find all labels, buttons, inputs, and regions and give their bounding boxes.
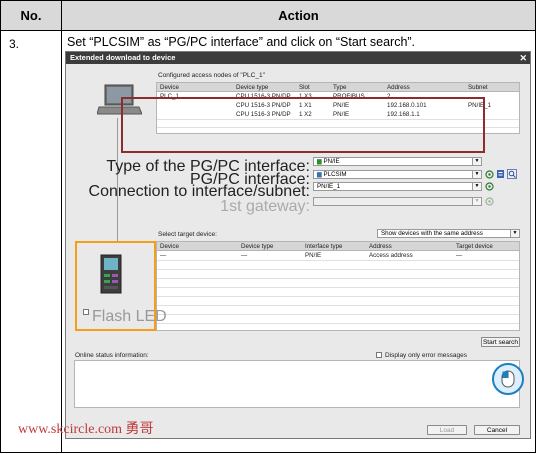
gateway-select: ▼	[313, 197, 482, 206]
close-icon[interactable]: ✕	[519, 52, 527, 64]
col-no-header: No.	[1, 1, 62, 30]
column-divider	[61, 30, 62, 452]
header-address: Address	[387, 84, 410, 91]
dialog-title: Extended download to device	[70, 53, 176, 62]
error-only-label: Display only error messages	[385, 352, 468, 359]
connection-subnet-value: PN/IE_1	[317, 183, 341, 190]
show-devices-value: Show devices with the same address	[381, 230, 483, 237]
type-interface-value: PN/IE	[323, 158, 340, 165]
connection-line	[117, 118, 118, 242]
chevron-down-icon[interactable]: ▼	[472, 183, 481, 190]
pgpc-interface-value: PLCSIM	[323, 171, 347, 178]
search-icon[interactable]	[507, 169, 517, 179]
dialog-title-bar: Extended download to device ✕	[66, 52, 530, 64]
table-cell: —	[456, 252, 463, 259]
online-status-box	[74, 360, 520, 408]
type-interface-select[interactable]: ▆ PN/IE ▼	[313, 157, 482, 166]
cancel-button[interactable]: Cancel	[474, 425, 520, 435]
online-status-label: Online status information:	[75, 352, 149, 359]
plc-device-icon	[100, 254, 122, 294]
chevron-down-icon[interactable]: ▼	[472, 171, 481, 178]
chevron-down-icon[interactable]: ▼	[510, 230, 519, 237]
target-device-table: Device Device type Interface type Addres…	[156, 241, 520, 331]
network-icon: ▆	[317, 158, 322, 165]
configured-nodes-label: Configured access nodes of "PLC_1"	[158, 72, 265, 79]
header-type: Type	[333, 84, 347, 91]
error-only-checkbox[interactable]	[376, 352, 382, 358]
chevron-down-icon[interactable]: ▼	[472, 158, 481, 165]
table-row[interactable]: —	[160, 252, 166, 259]
chevron-down-icon: ▼	[472, 198, 481, 205]
select-target-label: Select target device:	[158, 231, 217, 238]
flash-led-checkbox[interactable]	[83, 309, 89, 315]
properties-icon[interactable]	[496, 169, 505, 179]
load-button: Load	[427, 425, 467, 435]
instruction-text: Set “PLCSIM” as “PG/PC interface” and cl…	[67, 35, 416, 49]
table-cell: —	[241, 252, 248, 259]
mouse-click-icon	[492, 363, 524, 395]
show-devices-select[interactable]: Show devices with the same address ▼	[377, 229, 520, 238]
header-target-device: Target device	[456, 243, 493, 250]
header-slot: Slot	[299, 84, 310, 91]
gateway-label: 1st gateway:	[220, 198, 310, 215]
connection-subnet-select[interactable]: PN/IE_1 ▼	[313, 182, 482, 191]
header-interface-type: Interface type	[305, 243, 343, 250]
watermark-text: www.skcircle.com 勇哥	[18, 422, 154, 437]
table-cell: Access address	[369, 252, 413, 259]
header-subnet: Subnet	[468, 84, 488, 91]
header-device-type: Device type	[236, 84, 269, 91]
flash-led-label: Flash LED	[92, 308, 167, 325]
header-device: Device	[160, 243, 179, 250]
table-header: No. Action	[1, 1, 535, 31]
start-search-button[interactable]: Start search	[481, 337, 520, 347]
step-number: 3.	[9, 37, 20, 51]
diagnose-icon[interactable]	[485, 182, 494, 191]
pgpc-interface-select[interactable]: ▆ PLCSIM ▼	[313, 170, 482, 179]
table-cell: PN/IE	[305, 252, 322, 259]
plcsim-icon: ▆	[317, 171, 322, 178]
col-action-header: Action	[278, 8, 319, 23]
header-device: Device	[160, 84, 179, 91]
diagnose-icon	[485, 197, 494, 206]
diagnose-icon[interactable]	[485, 170, 494, 179]
target-device-highlight: Flash LED	[75, 241, 167, 331]
interface-settings-highlight	[121, 97, 485, 153]
header-address: Address	[369, 243, 392, 250]
header-device-type: Device type	[241, 243, 274, 250]
